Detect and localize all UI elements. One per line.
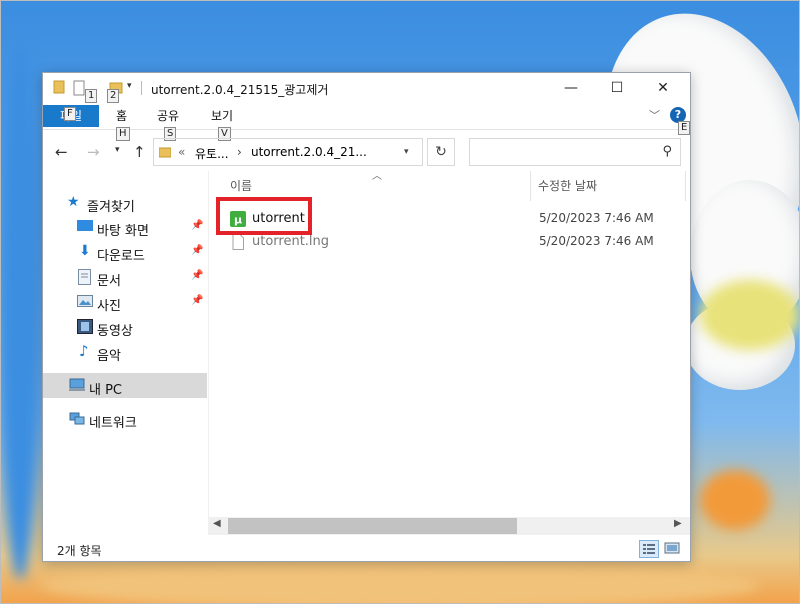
- nav-label: 다운로드: [97, 249, 145, 264]
- pin-icon[interactable]: 📌: [191, 220, 203, 231]
- minimize-button[interactable]: —: [548, 73, 594, 103]
- address-separator: ›: [237, 145, 242, 159]
- generic-file-icon: [230, 234, 246, 250]
- properties-icon[interactable]: [73, 80, 85, 96]
- sort-ascending-icon: ︿: [372, 171, 382, 182]
- nav-quick-access[interactable]: ★ 즐겨찾기: [43, 191, 207, 215]
- nav-item-this-pc[interactable]: 내 PC: [43, 373, 207, 398]
- window-title: utorrent.2.0.4_21515_광고제거: [151, 83, 329, 97]
- title-divider: [141, 81, 142, 95]
- file-name: utorrent.lng: [252, 234, 330, 249]
- nav-label: 바탕 화면: [97, 224, 149, 239]
- scroll-left-icon[interactable]: ◀: [213, 518, 221, 529]
- keytip-2: 2: [107, 89, 120, 103]
- nav-label: 내 PC: [89, 383, 123, 398]
- refresh-button[interactable]: ↻: [427, 138, 455, 166]
- up-arrow-icon[interactable]: ↑: [133, 143, 146, 161]
- tab-view[interactable]: 보기: [211, 106, 233, 126]
- recent-locations-icon[interactable]: ▾: [115, 145, 120, 155]
- address-segment-1[interactable]: 유토...: [195, 145, 229, 162]
- close-button[interactable]: ✕: [640, 73, 686, 103]
- address-row: ← → ▾ ↑ « 유토... › utorrent.2.0.4_21... ▾…: [43, 135, 690, 169]
- item-count: 2개 항목: [57, 544, 102, 558]
- nav-label: 동영상: [97, 324, 133, 339]
- column-divider[interactable]: [685, 171, 686, 201]
- sky-left: [0, 40, 40, 580]
- nav-label: 네트워크: [89, 416, 137, 431]
- download-arrow-icon: ⬇: [79, 243, 91, 259]
- nav-label: 음악: [97, 349, 121, 364]
- pictures-icon: [77, 294, 93, 310]
- highlight-box: [216, 197, 312, 235]
- nav-label: 즐겨찾기: [87, 200, 135, 215]
- nav-item-videos[interactable]: 동영상: [43, 315, 207, 339]
- search-input[interactable]: ⚲: [469, 138, 681, 166]
- title-bar: 1 2 ▾ utorrent.2.0.4_21515_광고제거 — ☐ ✕: [43, 73, 690, 103]
- tab-share[interactable]: 공유: [157, 106, 179, 126]
- forward-arrow-icon[interactable]: →: [87, 143, 100, 161]
- large-icons-view-icon[interactable]: [663, 540, 683, 558]
- nav-item-network[interactable]: 네트워크: [43, 407, 207, 431]
- column-header-modified[interactable]: 수정한 날짜: [538, 177, 597, 194]
- music-note-icon: ♪: [79, 342, 89, 360]
- computer-icon: [69, 378, 85, 394]
- network-icon: [69, 411, 85, 427]
- nav-item-desktop[interactable]: 바탕 화면 📌: [43, 215, 207, 239]
- nav-item-downloads[interactable]: ⬇ 다운로드 📌: [43, 240, 207, 264]
- keytip-help: E: [678, 121, 691, 135]
- file-date: 5/20/2023 7:46 AM: [539, 234, 654, 248]
- bokeh-field: [40, 560, 760, 604]
- file-explorer-window: 1 2 ▾ utorrent.2.0.4_21515_광고제거 — ☐ ✕ 파일…: [42, 72, 691, 562]
- column-header-name[interactable]: 이름: [230, 177, 252, 194]
- nav-item-pictures[interactable]: 사진 📌: [43, 290, 207, 314]
- star-icon: ★: [67, 194, 80, 210]
- pin-icon[interactable]: 📌: [191, 295, 203, 306]
- maximize-button[interactable]: ☐: [594, 73, 640, 103]
- folder-icon: [53, 80, 65, 96]
- ribbon-expand-icon[interactable]: ﹀: [649, 107, 660, 123]
- column-divider[interactable]: [530, 171, 531, 201]
- keytip-1: 1: [85, 89, 98, 103]
- ribbon-tabs: 파일 F 홈 H 공유 S 보기 V ﹀ ? E: [43, 103, 691, 141]
- orange-flower: [700, 470, 770, 530]
- address-overflow[interactable]: «: [178, 145, 185, 159]
- address-bar[interactable]: « 유토... › utorrent.2.0.4_21... ▾: [153, 138, 423, 166]
- keytip-file: F: [64, 107, 76, 121]
- horizontal-scrollbar[interactable]: ◀ ▶: [208, 517, 690, 535]
- video-icon: [77, 319, 93, 335]
- address-dropdown-icon[interactable]: ▾: [404, 147, 409, 157]
- details-view-icon[interactable]: [639, 540, 659, 558]
- document-icon: [78, 269, 94, 285]
- scroll-right-icon[interactable]: ▶: [674, 518, 682, 529]
- status-bar: 2개 항목: [43, 537, 690, 561]
- pin-icon[interactable]: 📌: [191, 245, 203, 256]
- search-icon: ⚲: [662, 144, 672, 159]
- customize-dropdown-icon[interactable]: ▾: [127, 81, 132, 97]
- flower-center: [700, 280, 800, 350]
- nav-label: 사진: [97, 299, 121, 314]
- pin-icon[interactable]: 📌: [191, 270, 203, 281]
- file-date: 5/20/2023 7:46 AM: [539, 211, 654, 225]
- navigation-pane: ★ 즐겨찾기 바탕 화면 📌 ⬇ 다운로드 📌 문서 📌 사진 📌 동영상 ♪ …: [43, 171, 207, 541]
- scrollbar-thumb[interactable]: [228, 518, 517, 534]
- back-arrow-icon[interactable]: ←: [55, 143, 68, 161]
- nav-label: 문서: [97, 274, 121, 289]
- tab-home[interactable]: 홈: [116, 106, 127, 126]
- desktop-icon: [77, 219, 93, 235]
- folder-icon: [158, 146, 172, 161]
- nav-item-documents[interactable]: 문서 📌: [43, 265, 207, 289]
- address-segment-2[interactable]: utorrent.2.0.4_21...: [251, 145, 367, 159]
- nav-item-music[interactable]: ♪ 음악: [43, 340, 207, 364]
